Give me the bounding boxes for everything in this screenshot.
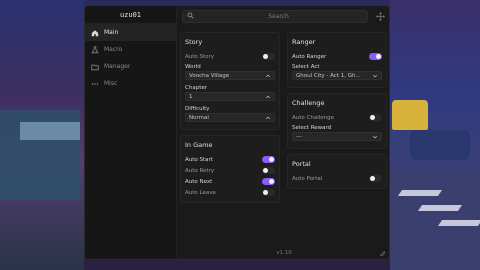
home-icon	[91, 29, 99, 37]
app-title: uzu01	[85, 6, 176, 24]
ingame-section: In Game Auto Start Auto Retry Auto Next …	[180, 135, 280, 203]
auto-leave-row: Auto Leave	[185, 187, 275, 198]
chevron-up-icon	[265, 94, 271, 100]
right-column: Ranger Auto Ranger Select Act Ghoul City…	[287, 32, 387, 194]
auto-story-label: Auto Story	[185, 53, 215, 60]
crosswalk-stripe	[417, 205, 463, 211]
portal-section: Portal Auto Portal	[287, 154, 387, 189]
section-title: Portal	[292, 160, 311, 168]
search-box[interactable]	[182, 9, 368, 23]
select-act-label: Select Act	[292, 64, 320, 70]
auto-story-toggle[interactable]	[262, 53, 275, 60]
select-reward-dropdown[interactable]: ---	[292, 132, 382, 141]
sidebar-item-label: Main	[104, 29, 119, 36]
chevron-up-icon	[265, 73, 271, 79]
dots-icon	[91, 80, 99, 88]
crosswalk-stripe	[437, 220, 480, 226]
select-act-dropdown[interactable]: Ghoul City - Act 1, Gh...	[292, 71, 382, 80]
auto-challenge-row: Auto Challenge	[292, 112, 382, 123]
topbar	[177, 6, 389, 26]
section-title: Challenge	[292, 99, 325, 107]
auto-start-label: Auto Start	[185, 156, 213, 163]
chevron-down-icon	[372, 73, 378, 79]
background-car-yellow	[392, 100, 428, 130]
sidebar-item-label: Macro	[104, 46, 123, 53]
search-input[interactable]	[194, 12, 363, 20]
sidebar-item-label: Manager	[104, 63, 131, 70]
left-column: Story Auto Story World Voocha Village Ch…	[180, 32, 280, 208]
auto-portal-row: Auto Portal	[292, 173, 382, 184]
sidebar-item-manager[interactable]: Manager	[85, 58, 176, 75]
auto-portal-label: Auto Portal	[292, 175, 323, 182]
footer: v1.10	[177, 247, 389, 259]
sidebar-item-macro[interactable]: Macro	[85, 41, 176, 58]
crosswalk-stripe	[397, 190, 443, 196]
difficulty-value: Normal	[189, 114, 209, 121]
move-handle[interactable]	[374, 10, 386, 22]
section-title: Ranger	[292, 38, 316, 46]
main-content: Story Auto Story World Voocha Village Ch…	[177, 28, 389, 248]
move-icon	[375, 11, 385, 21]
background-roof	[20, 122, 80, 140]
world-label: World	[185, 64, 201, 70]
challenge-section: Challenge Auto Challenge Select Reward -…	[287, 93, 387, 149]
resize-icon	[380, 251, 385, 256]
sidebar: uzu01 Main Macro Manager Misc	[85, 6, 177, 259]
sidebar-item-misc[interactable]: Misc	[85, 75, 176, 92]
auto-next-label: Auto Next	[185, 178, 213, 185]
auto-start-row: Auto Start	[185, 154, 275, 165]
difficulty-label: Difficulty	[185, 106, 210, 112]
auto-next-row: Auto Next	[185, 176, 275, 187]
auto-story-row: Auto Story	[185, 51, 275, 62]
chapter-label: Chapter	[185, 85, 207, 91]
auto-next-toggle[interactable]	[262, 178, 275, 185]
difficulty-dropdown[interactable]: Normal	[185, 113, 275, 122]
auto-start-toggle[interactable]	[262, 156, 275, 163]
chevron-up-icon	[265, 115, 271, 121]
script-window: uzu01 Main Macro Manager Misc Search Sto…	[84, 5, 390, 260]
search-icon	[187, 12, 194, 21]
auto-challenge-toggle[interactable]	[369, 114, 382, 121]
world-dropdown[interactable]: Voocha Village	[185, 71, 275, 80]
folder-icon	[91, 63, 99, 71]
section-title: In Game	[185, 141, 213, 149]
auto-challenge-label: Auto Challenge	[292, 114, 335, 121]
auto-retry-row: Auto Retry	[185, 165, 275, 176]
chevron-down-icon	[372, 134, 378, 140]
select-reward-value: ---	[296, 133, 302, 140]
sidebar-item-main[interactable]: Main	[85, 24, 176, 41]
section-title: Story	[185, 38, 203, 46]
auto-retry-toggle[interactable]	[262, 167, 275, 174]
auto-ranger-row: Auto Ranger	[292, 51, 382, 62]
select-reward-label: Select Reward	[292, 125, 332, 131]
auto-leave-label: Auto Leave	[185, 189, 216, 196]
auto-ranger-toggle[interactable]	[369, 53, 382, 60]
background-car-blue	[410, 130, 470, 160]
flask-icon	[91, 45, 99, 54]
world-value: Voocha Village	[189, 72, 230, 79]
sidebar-item-label: Misc	[104, 80, 118, 87]
auto-portal-toggle[interactable]	[369, 175, 382, 182]
auto-retry-label: Auto Retry	[185, 167, 215, 174]
auto-ranger-label: Auto Ranger	[292, 53, 327, 60]
ranger-section: Ranger Auto Ranger Select Act Ghoul City…	[287, 32, 387, 88]
resize-handle[interactable]	[379, 250, 386, 257]
version-label: v1.10	[276, 250, 292, 256]
chapter-value: 1	[189, 93, 193, 100]
select-act-value: Ghoul City - Act 1, Gh...	[296, 72, 361, 79]
auto-leave-toggle[interactable]	[262, 189, 275, 196]
story-section: Story Auto Story World Voocha Village Ch…	[180, 32, 280, 130]
chapter-dropdown[interactable]: 1	[185, 92, 275, 101]
